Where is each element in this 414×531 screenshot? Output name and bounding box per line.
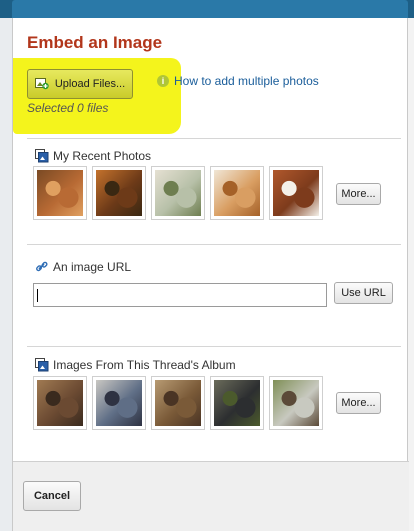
album-more-label: More... bbox=[341, 397, 376, 409]
album-heading: Images From This Thread's Album bbox=[35, 358, 236, 372]
photo-album-icon bbox=[35, 149, 49, 163]
info-icon: i bbox=[157, 75, 169, 87]
backdrop-left bbox=[0, 18, 12, 531]
album-label: Images From This Thread's Album bbox=[53, 358, 236, 372]
help-link-label: How to add multiple photos bbox=[174, 74, 319, 88]
dialog-title: Embed an Image bbox=[27, 33, 163, 52]
divider bbox=[27, 138, 401, 139]
use-url-button[interactable]: Use URL bbox=[334, 282, 393, 304]
recent-photos-grid bbox=[33, 166, 328, 220]
hen-photo-1 bbox=[37, 380, 83, 426]
link-icon bbox=[36, 261, 48, 272]
dialog-footer: Cancel bbox=[13, 461, 409, 531]
image-url-heading: An image URL bbox=[35, 260, 131, 274]
photo-thumbnail[interactable] bbox=[33, 376, 87, 430]
album-more-button[interactable]: More... bbox=[336, 392, 381, 414]
eggs-carton-photo bbox=[37, 170, 83, 216]
window-header-bar bbox=[0, 0, 414, 18]
recent-photos-label: My Recent Photos bbox=[53, 149, 152, 163]
photo-thumbnail[interactable] bbox=[151, 376, 205, 430]
backdrop-right bbox=[408, 18, 414, 531]
photo-thumbnail[interactable] bbox=[92, 166, 146, 220]
photo-thumbnail[interactable] bbox=[33, 166, 87, 220]
image-url-input[interactable] bbox=[33, 283, 327, 307]
hen-photo-3 bbox=[155, 380, 201, 426]
roast-chicken-photo bbox=[96, 170, 142, 216]
recent-photos-heading: My Recent Photos bbox=[35, 149, 151, 163]
image-url-label: An image URL bbox=[53, 260, 132, 274]
photo-album-icon bbox=[35, 358, 49, 372]
photo-thumbnail[interactable] bbox=[210, 166, 264, 220]
hen-cage-photo bbox=[96, 380, 142, 426]
upload-files-button[interactable]: Upload Files... bbox=[27, 69, 133, 99]
divider bbox=[27, 244, 401, 245]
embed-image-dialog: Embed an Image Upload Files... i How to … bbox=[12, 18, 409, 531]
use-url-label: Use URL bbox=[341, 287, 386, 299]
dialog-header bbox=[12, 0, 408, 18]
photo-thumbnail[interactable] bbox=[210, 376, 264, 430]
album-photos-grid bbox=[33, 376, 328, 430]
chicken-pieces-photo bbox=[214, 170, 260, 216]
black-hen-photo bbox=[214, 380, 260, 426]
recent-more-button[interactable]: More... bbox=[336, 183, 381, 205]
selected-files-status: Selected 0 files bbox=[27, 101, 109, 115]
brown-eggs-photo bbox=[273, 170, 319, 216]
text-caret bbox=[37, 289, 38, 302]
cut-chicken-photo bbox=[155, 170, 201, 216]
upload-icon bbox=[34, 78, 49, 90]
photo-thumbnail[interactable] bbox=[151, 166, 205, 220]
photo-thumbnail[interactable] bbox=[269, 166, 323, 220]
help-link[interactable]: i How to add multiple photos bbox=[157, 74, 319, 88]
cancel-label: Cancel bbox=[33, 490, 71, 502]
recent-more-label: More... bbox=[341, 188, 376, 200]
photo-thumbnail[interactable] bbox=[92, 376, 146, 430]
upload-files-label: Upload Files... bbox=[54, 78, 126, 90]
cancel-button[interactable]: Cancel bbox=[23, 481, 81, 511]
hens-grass-photo bbox=[273, 380, 319, 426]
divider bbox=[27, 346, 401, 347]
photo-thumbnail[interactable] bbox=[269, 376, 323, 430]
